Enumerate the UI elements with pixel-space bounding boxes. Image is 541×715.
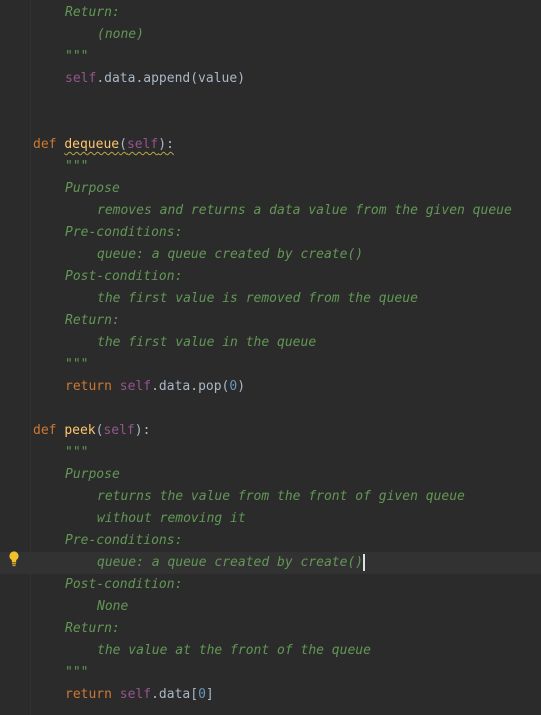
code-token-self: self: [103, 423, 135, 438]
code-line[interactable]: the first value is removed from the queu…: [0, 288, 541, 310]
code-token-doc: (none): [97, 27, 144, 42]
code-line[interactable]: (none): [0, 24, 541, 46]
code-token-doc: queue: a queue created by create(): [97, 247, 364, 262]
code-token-kw: def: [33, 137, 65, 152]
code-line[interactable]: self.data.append(value): [0, 68, 541, 90]
code-token-doc: Return:: [65, 5, 120, 20]
code-token-doc: """: [65, 49, 89, 64]
code-token-doc: the first value is removed from the queu…: [97, 291, 418, 306]
code-line[interactable]: def dequeue(self):: [0, 134, 541, 156]
code-token-fn: dequeue: [64, 137, 120, 152]
code-token-self: self: [65, 71, 97, 86]
code-line[interactable]: """: [0, 156, 541, 178]
code-line[interactable]: Pre-conditions:: [0, 222, 541, 244]
lightbulb-icon[interactable]: [9, 551, 19, 567]
code-line[interactable]: """: [0, 442, 541, 464]
code-line[interactable]: the first value in the queue: [0, 332, 541, 354]
code-token-doc: Post-condition:: [65, 577, 183, 592]
code-line[interactable]: Purpose: [0, 464, 541, 486]
code-token-doc: Post-condition:: [65, 269, 183, 284]
code-token-doc: queue: a queue created by create(): [97, 555, 364, 570]
code-line[interactable]: """: [0, 46, 541, 68]
text-caret: [363, 554, 365, 571]
code-token-doc: """: [65, 159, 89, 174]
code-token-doc: """: [65, 445, 89, 460]
code-line[interactable]: the value at the front of the queue: [0, 640, 541, 662]
code-token-doc: None: [97, 599, 129, 614]
code-line[interactable]: [0, 112, 541, 134]
code-line[interactable]: def peek(self):: [0, 420, 541, 442]
code-token-doc: the value at the front of the queue: [97, 643, 371, 658]
code-line[interactable]: removes and returns a data value from th…: [0, 200, 541, 222]
code-line[interactable]: Post-condition:: [0, 266, 541, 288]
code-line[interactable]: Pre-conditions:: [0, 530, 541, 552]
code-line[interactable]: return self.data[0]: [0, 684, 541, 706]
code-token-plain: (: [119, 137, 127, 152]
code-token-plain: .data.append(value): [96, 71, 246, 86]
code-line[interactable]: Purpose: [0, 178, 541, 200]
code-line[interactable]: [0, 398, 541, 420]
code-token-doc: Purpose: [65, 181, 120, 196]
code-token-doc: Return:: [65, 621, 120, 636]
code-token-plain: ):: [158, 137, 174, 152]
code-token-doc: Pre-conditions:: [65, 225, 183, 240]
code-token-doc: the first value in the queue: [97, 335, 317, 350]
code-line[interactable]: Post-condition:: [0, 574, 541, 596]
code-line[interactable]: Return:: [0, 618, 541, 640]
code-token-doc: removes and returns a data value from th…: [97, 203, 512, 218]
code-token-kw: return: [65, 379, 120, 394]
code-line[interactable]: queue: a queue created by create(): [0, 244, 541, 266]
code-line[interactable]: None: [0, 596, 541, 618]
code-token-doc: """: [65, 665, 89, 680]
code-token-self: self: [126, 137, 159, 152]
code-line[interactable]: return self.data.pop(0): [0, 376, 541, 398]
code-token-doc: Pre-conditions:: [65, 533, 183, 548]
code-token-fn: peek: [64, 423, 96, 438]
code-token-self: self: [119, 379, 152, 394]
code-token-plain: ): [237, 379, 246, 394]
code-line[interactable]: """: [0, 354, 541, 376]
code-line[interactable]: without removing it: [0, 508, 541, 530]
code-token-plain: ):: [134, 423, 151, 438]
code-token-doc: without removing it: [97, 511, 246, 526]
code-token-plain: .data.pop(: [151, 379, 230, 394]
code-token-kw: return: [65, 687, 120, 702]
code-token-self: self: [119, 687, 152, 702]
code-line-current[interactable]: queue: a queue created by create(): [0, 552, 541, 574]
code-line[interactable]: [0, 90, 541, 112]
code-line[interactable]: returns the value from the front of give…: [0, 486, 541, 508]
code-token-doc: """: [65, 357, 89, 372]
code-token-plain: ]: [205, 687, 214, 702]
code-line[interactable]: Return:: [0, 2, 541, 24]
code-token-doc: Purpose: [65, 467, 120, 482]
code-token-doc: Return:: [65, 313, 120, 328]
code-token-kw: def: [33, 423, 65, 438]
code-token-plain: .data[: [151, 687, 199, 702]
code-token-num: 0: [198, 687, 206, 702]
code-line[interactable]: """: [0, 662, 541, 684]
code-token-doc: returns the value from the front of give…: [97, 489, 465, 504]
code-line[interactable]: Return:: [0, 310, 541, 332]
